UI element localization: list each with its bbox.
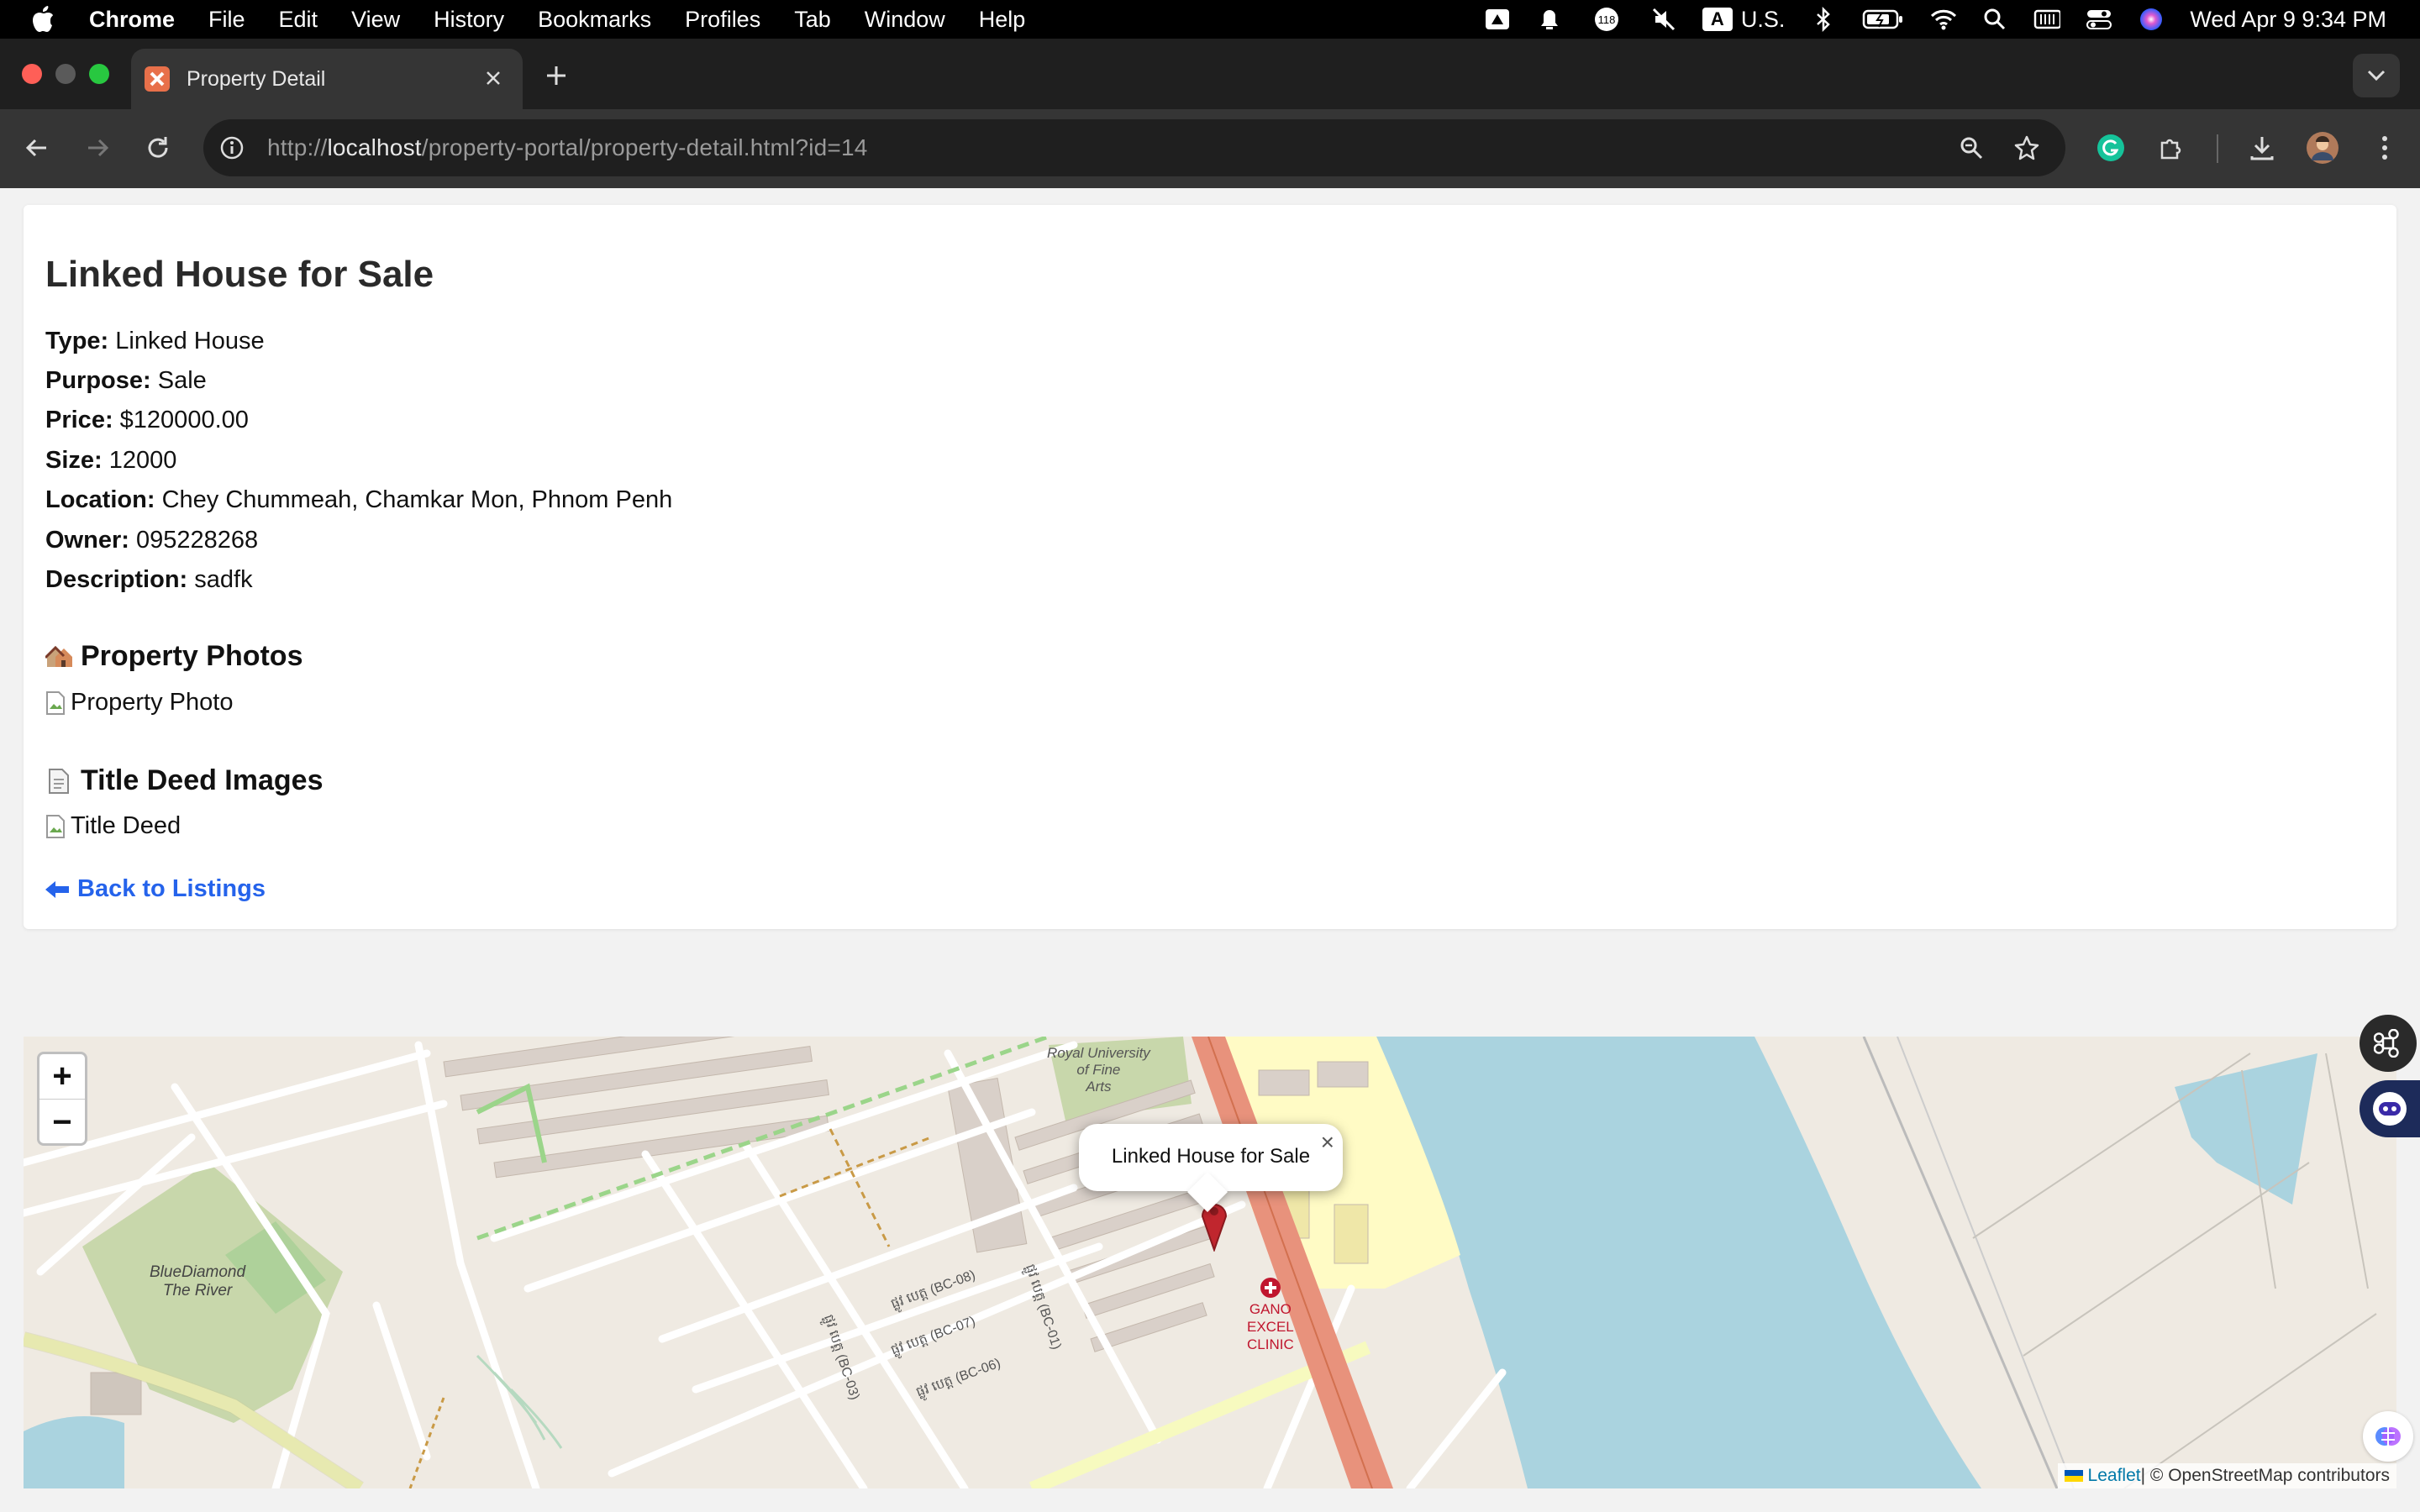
reload-icon [148,137,168,158]
badge-count: 118 [1597,13,1615,26]
address-bar[interactable]: http://localhost/property-portal/propert… [203,119,2065,176]
siri-icon[interactable] [2138,8,2165,31]
input-source[interactable]: A U.S. [1702,6,1786,33]
map-zoom-control: + − [37,1052,87,1146]
menu-history[interactable]: History [434,7,504,33]
command-key-icon [2374,1029,2399,1058]
field-location: Location: Chey Chummeah, Chamkar Mon, Ph… [45,486,673,513]
battery-icon[interactable] [1862,8,1904,31]
houses-emoji-icon [45,643,72,670]
bluetooth-icon[interactable] [1810,7,1837,32]
menubar-clock[interactable]: Wed Apr 9 9:34 PM [2190,7,2386,33]
apple-icon[interactable] [30,5,69,34]
macos-menu-bar: Chrome File Edit View History Bookmarks … [0,0,2420,39]
xampp-favicon-icon [145,66,170,92]
field-size: Size: 12000 [45,447,177,474]
forward-button[interactable] [77,128,118,168]
arrow-right-icon [88,139,109,157]
deed-heading: Title Deed Images [45,764,324,797]
tab-title: Property Detail [187,66,326,91]
toolbar-divider [2217,134,2218,163]
property-photo-image: Property Photo [45,689,233,717]
chrome-menu-icon[interactable] [2368,131,2402,165]
minimize-window-button[interactable] [55,64,76,84]
robot-face-icon [2373,1092,2407,1126]
property-detail-card [24,205,2396,929]
broken-image-icon [46,814,65,838]
reload-button[interactable] [138,128,178,168]
tab-property-detail[interactable]: Property Detail [131,49,523,109]
document-emoji-icon [45,768,72,795]
input-source-label: U.S. [1740,6,1786,32]
mute-icon[interactable] [1650,8,1677,31]
drive-icon[interactable] [1484,8,1511,31]
field-owner: Owner: 095228268 [45,527,259,554]
extensions-puzzle-icon[interactable] [2154,131,2188,165]
control-center-icon[interactable] [2086,8,2112,31]
label-gano-clinic: GANO EXCEL CLINIC [1247,1277,1294,1353]
ukraine-flag-icon [2064,1470,2083,1482]
brain-icon [2375,1427,2401,1446]
arrow-left-icon [45,880,69,898]
close-window-button[interactable] [22,64,42,84]
back-to-listings-link[interactable]: Back to Listings [45,875,266,903]
zoom-window-button[interactable] [89,64,109,84]
zoom-out-button[interactable]: − [39,1100,85,1143]
zoom-in-button[interactable]: + [39,1054,85,1100]
menu-file[interactable]: File [208,7,245,33]
broken-image-icon [46,690,65,715]
field-type: Type: Linked House [45,328,265,354]
close-tab-icon[interactable] [479,64,508,92]
menu-window[interactable]: Window [865,7,945,33]
title-deed-image: Title Deed [45,812,181,840]
brain-extension-widget[interactable] [2363,1411,2413,1462]
new-tab-button[interactable] [539,59,573,92]
menu-edit[interactable]: Edit [279,7,318,33]
tab-search-button[interactable] [2353,54,2400,97]
input-source-letter: A [1702,8,1733,31]
menu-bookmarks[interactable]: Bookmarks [538,7,651,33]
lake-water [2175,1053,2317,1205]
map-popup: Linked House for Sale × [1079,1124,1343,1213]
chevron-down-icon [2367,70,2386,81]
map-tiles[interactable] [24,1037,2396,1488]
wifi-icon[interactable] [1929,8,1957,31]
notification-icon[interactable] [1536,8,1563,31]
attribution-text: | © OpenStreetMap contributors [2140,1466,2390,1485]
zoom-lens-icon[interactable] [1954,131,1988,165]
property-map[interactable]: Royal University of Fine Arts BlueDiamond T… [24,1037,2396,1488]
popup-text: Linked House for Sale [1111,1145,1311,1168]
popup-close-button[interactable]: × [1321,1129,1334,1156]
field-price: Price: $120000.00 [45,407,249,433]
url-text[interactable]: http://localhost/property-portal/propert… [267,134,868,161]
bookmark-star-icon[interactable] [2010,131,2044,165]
field-description: Description: sadfk [45,566,253,593]
map-attribution: Leaflet | © OpenStreetMap contributors [2057,1463,2396,1488]
profile-avatar[interactable] [2306,131,2339,165]
arrow-left-icon [25,139,46,157]
clinic-cross-icon [1260,1278,1281,1298]
menu-tab[interactable]: Tab [794,7,831,33]
site-info-icon[interactable] [217,133,247,163]
back-button[interactable] [17,128,57,168]
menu-profiles[interactable]: Profiles [685,7,760,33]
photos-heading: Property Photos [45,640,302,673]
field-purpose: Purpose: Sale [45,367,207,394]
page-title: Linked House for Sale [45,254,434,295]
spotlight-search-icon[interactable] [1981,8,2008,31]
label-bluediamond: BlueDiamond The River [150,1263,246,1299]
memory-icon[interactable] [2033,8,2061,31]
assistant-bot-widget[interactable] [2360,1080,2420,1137]
label-royal-university: Royal University of Fine Arts [1047,1045,1150,1095]
menu-app-name[interactable]: Chrome [89,7,175,33]
leaflet-link[interactable]: Leaflet [2064,1466,2141,1486]
badge-count-icon[interactable]: 118 [1588,8,1625,31]
command-grid-widget[interactable] [2360,1015,2417,1072]
menu-help[interactable]: Help [979,7,1026,33]
grammarly-extension-icon[interactable] [2094,131,2128,165]
downloads-icon[interactable] [2245,131,2279,165]
menu-view[interactable]: View [351,7,400,33]
